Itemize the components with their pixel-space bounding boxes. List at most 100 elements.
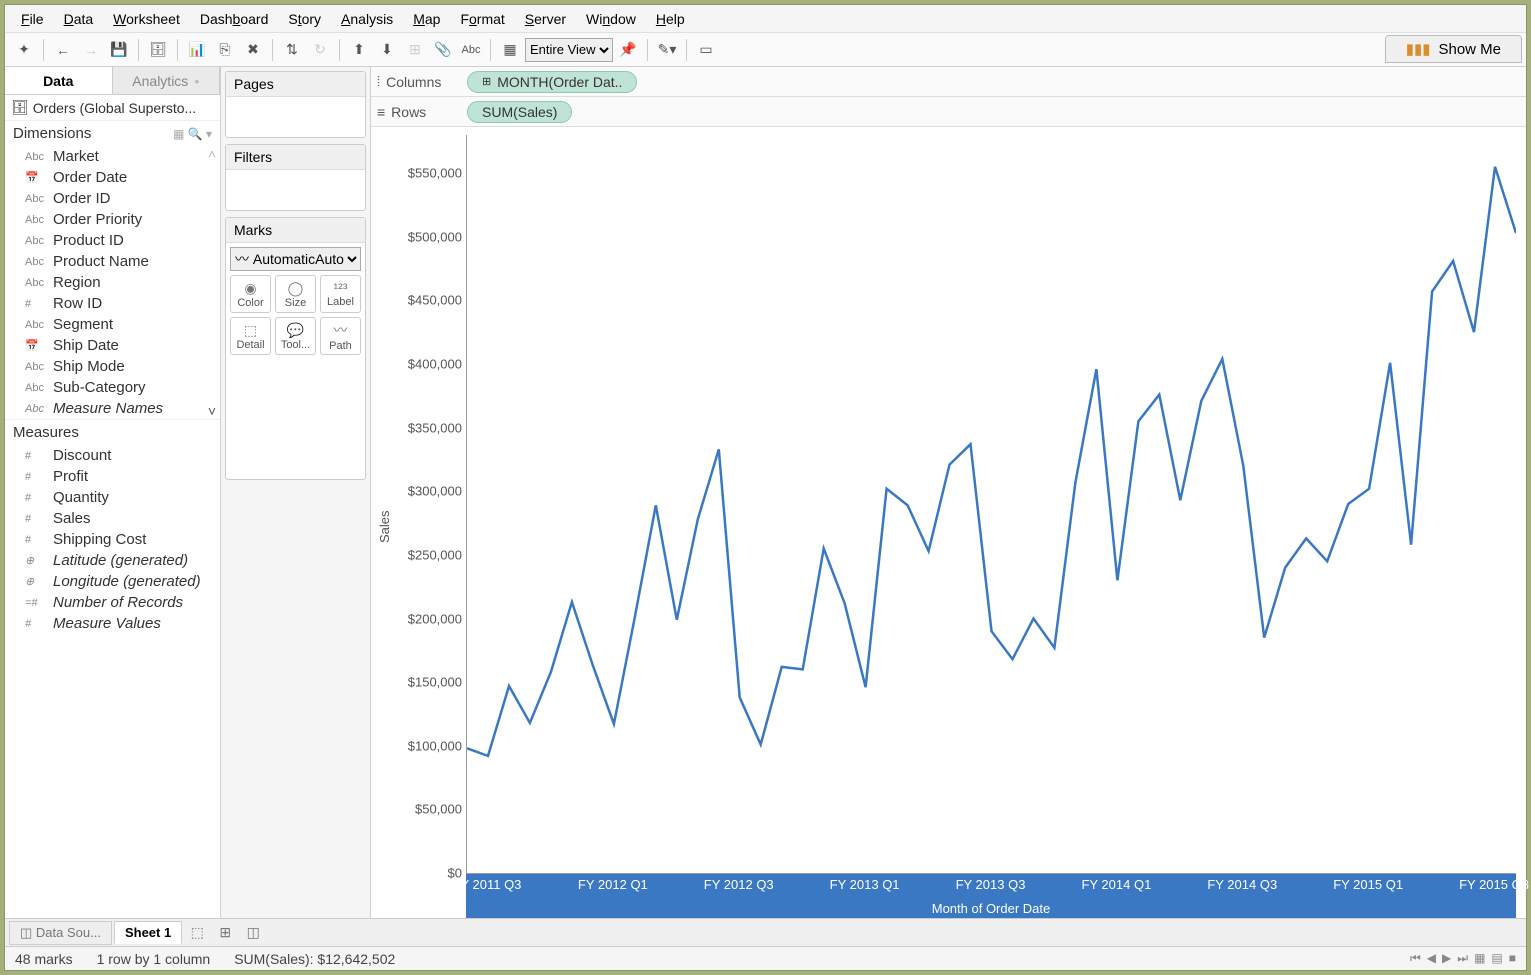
nav-prev-icon[interactable]: ◀ (1427, 951, 1436, 966)
tab-datasource[interactable]: ◫ Data Sou... (9, 921, 112, 945)
field-label: Profit (53, 468, 88, 485)
chart-area: Sales $550,000$500,000$450,000$400,000$3… (371, 127, 1526, 918)
mark-label: Label (327, 296, 354, 308)
datasource-label: Orders (Global Supersto... (33, 100, 196, 116)
field-label: Segment (53, 316, 113, 333)
line-chart[interactable] (466, 135, 1516, 874)
show-me-button[interactable]: ▮▮▮ Show Me (1385, 35, 1522, 63)
dimension-field[interactable]: 📅Ship Date (5, 335, 204, 356)
nav-first-icon[interactable]: ⏮ (1410, 951, 1421, 966)
datasource-row[interactable]: 🗄 Orders (Global Supersto... (5, 95, 220, 120)
new-story-icon[interactable]: ◫ (240, 922, 266, 944)
menu-worksheet[interactable]: Worksheet (105, 9, 188, 29)
mark-size[interactable]: ◯Size (275, 275, 316, 313)
forward-icon[interactable]: → (78, 37, 104, 63)
menu-analysis[interactable]: Analysis (333, 9, 401, 29)
dimension-field[interactable]: 📅Order Date (5, 167, 204, 188)
duplicate-icon[interactable]: ⎘ (212, 37, 238, 63)
measure-field[interactable]: #Measure Values (5, 613, 220, 634)
abc-icon[interactable]: Abc (458, 37, 484, 63)
dimension-field[interactable]: AbcMarket (5, 146, 204, 167)
measure-field[interactable]: =#Number of Records (5, 592, 220, 613)
field-label: Discount (53, 447, 111, 464)
tab-data[interactable]: Data (5, 67, 113, 94)
tab-analytics[interactable]: Analytics • (113, 67, 221, 94)
menu-file[interactable]: File (13, 9, 52, 29)
menu-map[interactable]: Map (405, 9, 448, 29)
dimension-field[interactable]: AbcOrder ID (5, 188, 204, 209)
measure-field[interactable]: #Discount (5, 445, 220, 466)
new-dashboard-icon[interactable]: ⊞ (212, 922, 238, 944)
totals-icon[interactable]: ▦ (497, 37, 523, 63)
dimension-field[interactable]: AbcSub-Category (5, 377, 204, 398)
x-axis[interactable]: FY 2011 Q3FY 2012 Q1FY 2012 Q3FY 2013 Q1… (466, 874, 1516, 918)
view-grid-icon[interactable]: ▦ (1474, 951, 1485, 966)
highlight-icon[interactable]: ✎▾ (654, 37, 680, 63)
nav-last-icon[interactable]: ⏭ (1457, 951, 1468, 966)
field-label: Product ID (53, 232, 124, 249)
menu-server[interactable]: Server (517, 9, 574, 29)
dimension-field[interactable]: AbcMeasure Names (5, 398, 204, 419)
field-type-icon: Abc (25, 403, 45, 415)
measure-field[interactable]: ⊕Longitude (generated) (5, 571, 220, 592)
scroll-down-icon[interactable]: ˅ (208, 403, 216, 419)
measure-field[interactable]: #Sales (5, 508, 220, 529)
nav-next-icon[interactable]: ▶ (1442, 951, 1451, 966)
sort-asc-icon[interactable]: ⬆ (346, 37, 372, 63)
mark-type-icon: 〰 (334, 320, 348, 340)
menu-dashboard[interactable]: Dashboard (192, 9, 277, 29)
mark-path[interactable]: 〰Path (320, 317, 361, 355)
dimension-field[interactable]: AbcProduct ID (5, 230, 204, 251)
dimension-field[interactable]: AbcRegion (5, 272, 204, 293)
marks-type-dropdown[interactable]: 〰 AutomaticAutomatic (230, 247, 361, 271)
field-label: Sales (53, 510, 91, 527)
measure-field[interactable]: #Profit (5, 466, 220, 487)
rows-pill[interactable]: SUM(Sales) (467, 101, 572, 123)
field-label: Ship Mode (53, 358, 125, 375)
columns-shelf[interactable]: ⦙Columns ⊞MONTH(Order Dat.. (371, 67, 1526, 97)
save-icon[interactable]: 💾 (106, 37, 132, 63)
measure-field[interactable]: #Shipping Cost (5, 529, 220, 550)
back-icon[interactable]: ← (50, 37, 76, 63)
new-datasource-icon[interactable]: 🗄 (145, 37, 171, 63)
field-type-icon: Abc (25, 382, 45, 394)
swap-icon[interactable]: ⇅ (279, 37, 305, 63)
refresh-icon[interactable]: ↻ (307, 37, 333, 63)
columns-pill[interactable]: ⊞MONTH(Order Dat.. (467, 71, 637, 93)
menu-format[interactable]: Format (452, 9, 512, 29)
filters-card[interactable]: Filters (225, 144, 366, 211)
mark-label[interactable]: ¹²³Label (320, 275, 361, 313)
dimension-field[interactable]: #Row ID (5, 293, 204, 314)
view-full-icon[interactable]: ■ (1509, 951, 1516, 966)
columns-label: Columns (386, 74, 441, 90)
sort-desc-icon[interactable]: ⬇ (374, 37, 400, 63)
presentation-icon[interactable]: 📌 (615, 37, 641, 63)
mark-detail[interactable]: ⬚Detail (230, 317, 271, 355)
menu-help[interactable]: Help (648, 9, 693, 29)
mark-tool[interactable]: 💬Tool... (275, 317, 316, 355)
rows-shelf[interactable]: ≡Rows SUM(Sales) (371, 97, 1526, 127)
pages-card[interactable]: Pages (225, 71, 366, 138)
field-label: Latitude (generated) (53, 552, 188, 569)
tab-sheet1[interactable]: Sheet 1 (114, 921, 182, 944)
group-icon[interactable]: ⊞ (402, 37, 428, 63)
menu-story[interactable]: Story (280, 9, 329, 29)
scroll-up-icon[interactable]: ˄ (208, 146, 216, 162)
card-icon[interactable]: ▭ (693, 37, 719, 63)
menu-data[interactable]: Data (56, 9, 102, 29)
pin-icon[interactable]: 📎 (430, 37, 456, 63)
mark-color[interactable]: ◉Color (230, 275, 271, 313)
measure-field[interactable]: #Quantity (5, 487, 220, 508)
logo-icon[interactable]: ✦ (11, 37, 37, 63)
fit-dropdown[interactable]: Entire View (525, 38, 613, 62)
new-sheet-icon[interactable]: 📊 (184, 37, 210, 63)
dimension-field[interactable]: AbcSegment (5, 314, 204, 335)
new-worksheet-icon[interactable]: ⬚ (184, 922, 210, 944)
dimension-field[interactable]: AbcOrder Priority (5, 209, 204, 230)
view-list-icon[interactable]: ▤ (1491, 951, 1502, 966)
menu-window[interactable]: Window (578, 9, 644, 29)
dimension-field[interactable]: AbcProduct Name (5, 251, 204, 272)
measure-field[interactable]: ⊕Latitude (generated) (5, 550, 220, 571)
dimension-field[interactable]: AbcShip Mode (5, 356, 204, 377)
clear-icon[interactable]: ✖ (240, 37, 266, 63)
